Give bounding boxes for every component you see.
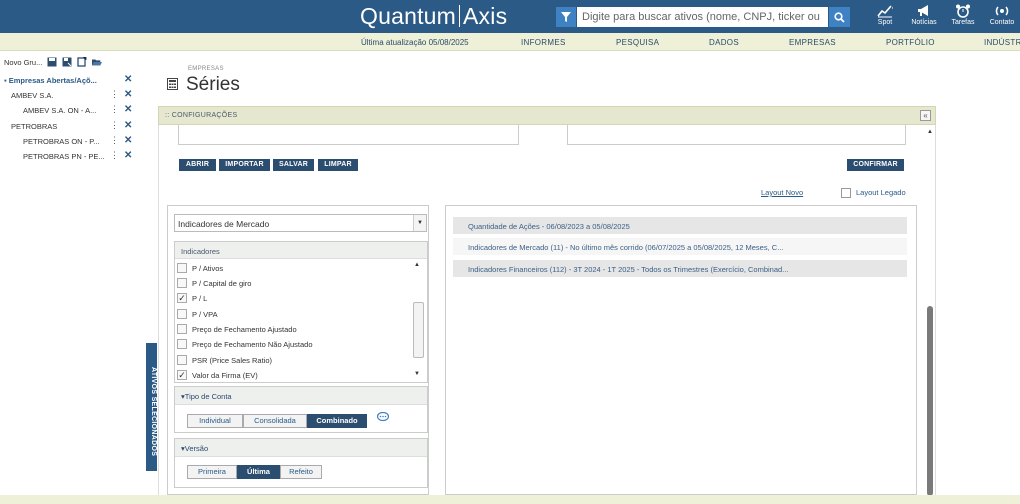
- scroll-down-icon[interactable]: ▼: [414, 371, 420, 377]
- config-bar[interactable]: :: CONFIGURAÇÕES «: [158, 106, 936, 125]
- checkbox[interactable]: [177, 324, 187, 334]
- open-button[interactable]: ABRIR: [179, 159, 216, 171]
- text-area-right[interactable]: [567, 125, 906, 145]
- alarm-clock-icon: [956, 4, 970, 18]
- main-scrollbar[interactable]: ▲: [926, 126, 935, 496]
- checkbox-checked[interactable]: ✓: [177, 370, 187, 380]
- selection-row[interactable]: Indicadores de Mercado (11) - No último …: [453, 238, 907, 255]
- more-icon[interactable]: ⋮: [110, 136, 119, 145]
- scroll-thumb[interactable]: [927, 306, 933, 496]
- clear-button[interactable]: LIMPAR: [318, 159, 358, 171]
- open-folder-icon[interactable]: [92, 57, 103, 67]
- nav-item-empresas[interactable]: EMPRESAS: [789, 38, 836, 47]
- close-icon[interactable]: ✕: [124, 150, 132, 161]
- selection-row[interactable]: Quantidade de Ações - 06/08/2023 a 05/08…: [453, 217, 907, 234]
- segment-individual[interactable]: Individual: [187, 414, 243, 428]
- news-button[interactable]: Notícias: [907, 4, 941, 26]
- checkbox-checked[interactable]: ✓: [177, 293, 187, 303]
- logo-left: Quantum: [360, 3, 457, 29]
- tasks-button[interactable]: Tarefas: [946, 4, 980, 26]
- checkbox[interactable]: [177, 309, 187, 319]
- close-icon[interactable]: ✕: [124, 89, 132, 100]
- new-document-icon[interactable]: [77, 57, 87, 67]
- tree-item[interactable]: PETROBRAS ⋮ ✕: [0, 119, 146, 134]
- nav-item-dados[interactable]: DADOS: [709, 38, 739, 47]
- text-area-left[interactable]: [178, 125, 519, 145]
- close-icon[interactable]: ✕: [124, 135, 132, 146]
- segment-refeito[interactable]: Refeito: [280, 465, 322, 479]
- tree-group-empresas[interactable]: ▪ Empresas Abertas/Açõ... ✕: [0, 73, 146, 88]
- breadcrumb: EMPRESAS: [188, 66, 224, 72]
- selection-row[interactable]: Indicadores Financeiros (112) - 3T 2024 …: [453, 260, 907, 277]
- scroll-up-icon[interactable]: ▲: [414, 262, 420, 268]
- scroll-thumb[interactable]: [413, 302, 424, 358]
- new-group-button[interactable]: Novo Gru...: [4, 58, 42, 67]
- calculator-icon: [167, 78, 178, 90]
- scroll-up-icon[interactable]: ▲: [927, 129, 933, 135]
- chat-icon[interactable]: [377, 412, 389, 422]
- broadcast-icon: [995, 6, 1009, 16]
- chevron-down-icon[interactable]: ▼: [413, 215, 426, 231]
- logo[interactable]: Quantum Axis: [360, 3, 507, 30]
- megaphone-icon: [918, 5, 928, 16]
- checkbox[interactable]: [177, 355, 187, 365]
- nav-item-pesquisa[interactable]: PESQUISA: [616, 38, 659, 47]
- contact-button[interactable]: Contato: [985, 4, 1019, 26]
- search-button[interactable]: [829, 7, 850, 27]
- checkbox[interactable]: [177, 278, 187, 288]
- segment-ultima[interactable]: Última: [237, 465, 280, 479]
- import-button[interactable]: IMPORTAR: [219, 159, 270, 171]
- save-button[interactable]: SALVAR: [273, 159, 314, 171]
- confirm-button[interactable]: CONFIRMAR: [847, 159, 904, 171]
- segment-primeira[interactable]: Primeira: [187, 465, 237, 479]
- search-icon: [834, 11, 845, 23]
- checkbox[interactable]: [177, 263, 187, 273]
- filter-icon: [561, 12, 571, 22]
- tree-item[interactable]: AMBEV S.A. ON - A... ⋮ ✕: [0, 103, 146, 118]
- segment-combinado[interactable]: Combinado: [307, 414, 367, 428]
- sidebar-toolbar: Novo Gru...: [4, 57, 103, 67]
- footer-bar: [0, 495, 1020, 504]
- nav-bar: Última atualização 05/08/2025 INFORMES P…: [0, 33, 1020, 51]
- save-as-icon[interactable]: [62, 57, 72, 67]
- last-update: Última atualização 05/08/2025: [361, 38, 469, 47]
- more-icon[interactable]: ⋮: [110, 121, 119, 130]
- save-icon[interactable]: [47, 57, 57, 67]
- layout-novo-link[interactable]: Layout Novo: [761, 188, 803, 197]
- indicators-header: Indicadores: [175, 242, 427, 259]
- layout-legado-checkbox[interactable]: [841, 188, 851, 198]
- logo-right: Axis: [463, 3, 508, 29]
- collapse-icon[interactable]: «: [920, 110, 931, 121]
- indicators-scrollbar[interactable]: ▲ ▼: [412, 260, 425, 382]
- close-icon[interactable]: ✕: [124, 74, 132, 85]
- nav-item-informes[interactable]: INFORMES: [521, 38, 566, 47]
- account-type-header[interactable]: ▾Tipo de Conta: [175, 387, 427, 405]
- segment-consolidada[interactable]: Consolidada: [243, 414, 307, 428]
- spot-button[interactable]: Spot: [868, 4, 902, 26]
- config-label: :: CONFIGURAÇÕES: [165, 112, 238, 119]
- version-section: ▾Versão: [174, 438, 428, 488]
- selected-assets-tab[interactable]: ATIVOS SELECIONADOS: [146, 343, 157, 471]
- search-input[interactable]: [577, 7, 828, 27]
- close-icon[interactable]: ✕: [124, 120, 132, 131]
- tree-item[interactable]: PETROBRAS PN - PE... ⋮ ✕: [0, 149, 146, 164]
- checkbox[interactable]: [177, 339, 187, 349]
- close-icon[interactable]: ✕: [124, 104, 132, 115]
- nav-item-portfolio[interactable]: PORTFÓLIO: [886, 38, 935, 47]
- more-icon[interactable]: ⋮: [110, 105, 119, 114]
- filter-button[interactable]: [556, 7, 576, 27]
- chart-icon: [877, 5, 893, 18]
- tree-item[interactable]: AMBEV S.A. ⋮ ✕: [0, 88, 146, 103]
- more-icon[interactable]: ⋮: [110, 90, 119, 99]
- top-bar: QuantumAxis Spot Notícias Tarefas Contat…: [0, 0, 1020, 33]
- tree-item[interactable]: PETROBRAS ON - P... ⋮ ✕: [0, 134, 146, 149]
- nav-item-industria[interactable]: INDÚSTRIA: [984, 38, 1020, 47]
- more-icon[interactable]: ⋮: [110, 151, 119, 160]
- page-title: Séries: [186, 74, 240, 95]
- sidebar: Novo Gru... ▪ Empresas Abertas/Açõ... ✕ …: [0, 51, 146, 504]
- version-header[interactable]: ▾Versão: [175, 439, 427, 457]
- indicator-group-select[interactable]: Indicadores de Mercado ▼: [174, 214, 427, 232]
- layout-legado-label: Layout Legado: [856, 188, 906, 197]
